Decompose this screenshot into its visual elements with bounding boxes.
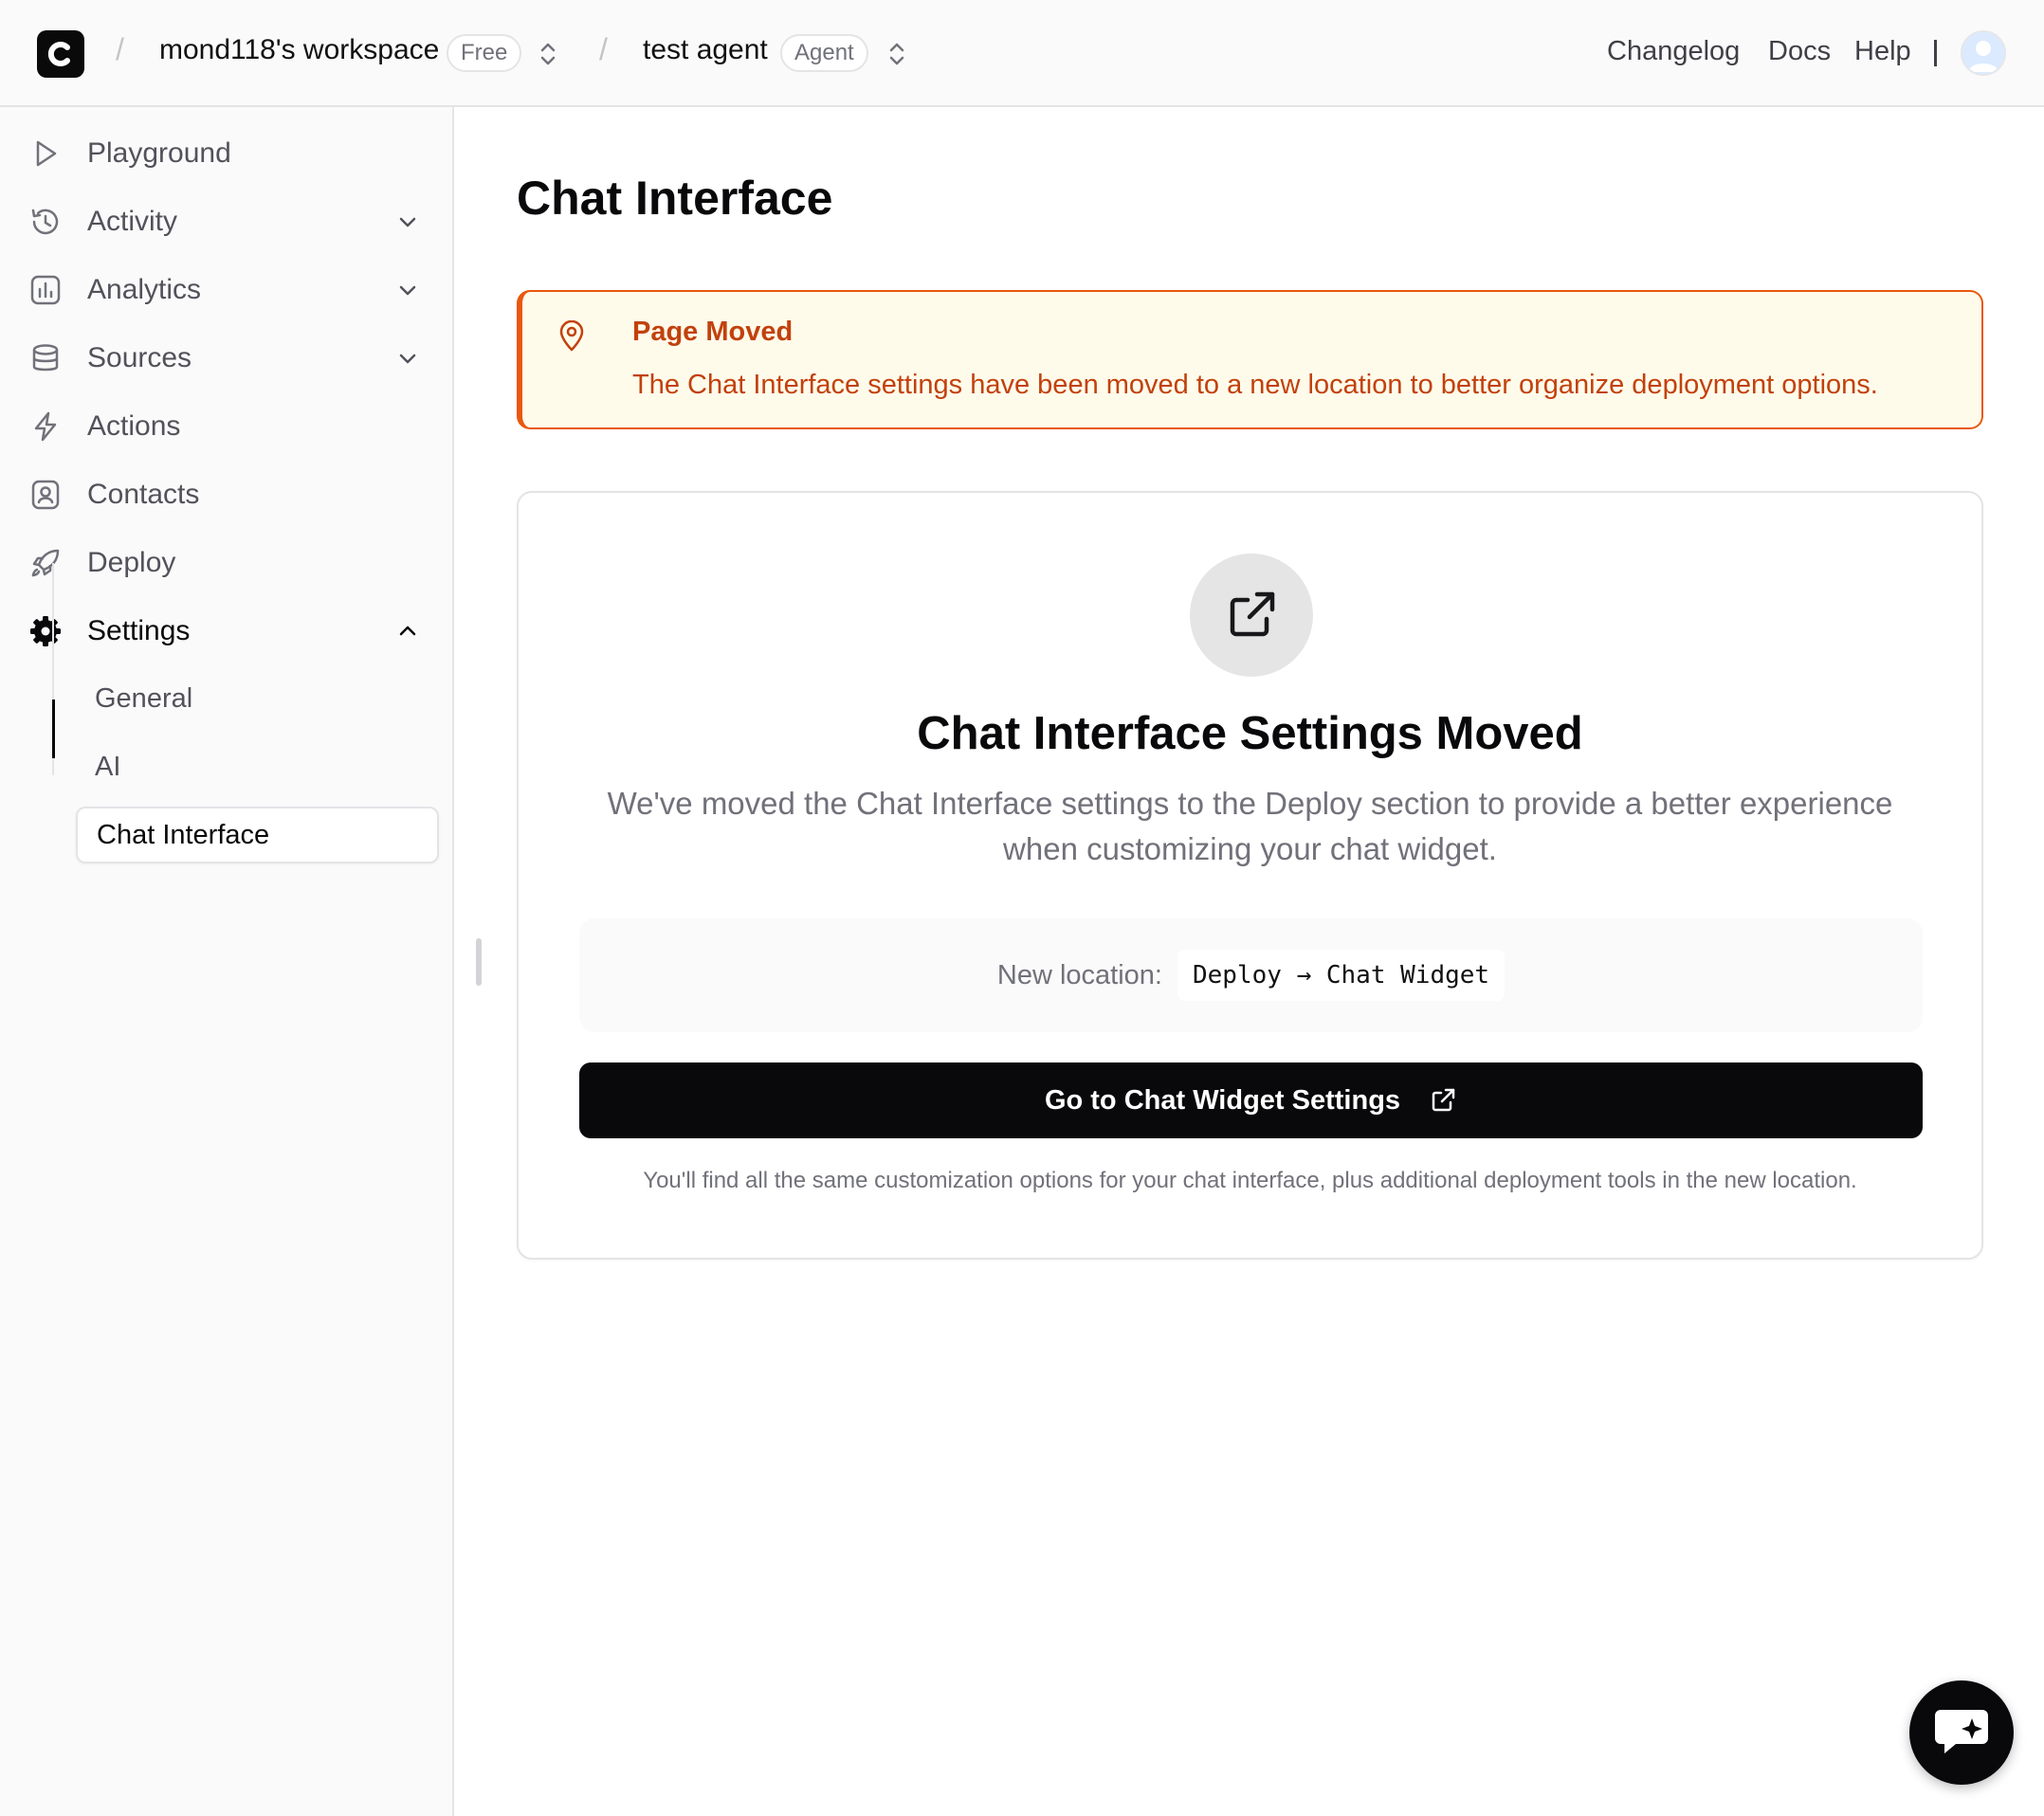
map-pin-icon <box>559 320 584 352</box>
database-icon <box>28 341 63 375</box>
sidebar-item-label: Sources <box>87 342 192 373</box>
rocket-icon <box>28 546 63 580</box>
sidebar-item-sources[interactable]: Sources <box>28 332 427 385</box>
changelog-link[interactable]: Changelog <box>1607 36 1740 67</box>
sidebar-item-activity[interactable]: Activity <box>28 195 427 248</box>
sidebar-item-contacts[interactable]: Contacts <box>28 468 427 521</box>
sidebar-item-label: Deploy <box>87 547 176 578</box>
sidebar-item-label: Settings <box>87 615 191 646</box>
history-icon <box>28 205 63 239</box>
page-title: Chat Interface <box>517 172 833 225</box>
agent-badge: Agent <box>780 34 868 72</box>
lightning-icon <box>28 409 63 444</box>
sidebar-item-deploy[interactable]: Deploy <box>28 536 427 590</box>
moved-settings-card: Chat Interface Settings Moved We've move… <box>517 491 1983 1260</box>
alert-title: Page Moved <box>632 317 794 347</box>
sidebar-item-label: Actions <box>87 410 181 442</box>
sidebar-item-actions[interactable]: Actions <box>28 400 427 453</box>
breadcrumb-separator: / <box>599 32 608 66</box>
chevron-down-icon <box>399 285 416 296</box>
sidebar-subitem-ai[interactable]: AI <box>76 738 439 795</box>
agent-name[interactable]: test agent <box>643 34 768 66</box>
button-label: Go to Chat Widget Settings <box>1044 1084 1401 1116</box>
chat-sparkle-icon <box>1935 1710 1988 1753</box>
plan-badge: Free <box>447 34 522 72</box>
user-avatar-icon <box>1968 41 1998 72</box>
chevron-down-icon <box>399 354 416 364</box>
workspace-switcher-icon[interactable] <box>537 38 559 70</box>
location-label: New location: <box>996 959 1162 990</box>
app-logo[interactable] <box>37 30 84 78</box>
sidebar-item-label: Activity <box>87 206 178 237</box>
breadcrumb-separator: / <box>116 32 124 66</box>
new-location-box: New location: Deploy → Chat Widget <box>579 918 1923 1032</box>
gear-icon <box>28 614 63 648</box>
bar-chart-icon <box>28 273 63 307</box>
chevron-down-icon <box>399 217 416 227</box>
sidebar-item-label: Playground <box>87 137 231 169</box>
external-link-icon <box>1432 1088 1455 1112</box>
card-title: Chat Interface Settings Moved <box>917 708 1583 759</box>
docs-link[interactable]: Docs <box>1768 36 1831 67</box>
workspace-name[interactable]: mond118's workspace <box>159 34 439 66</box>
sidebar-item-label: Analytics <box>87 274 202 305</box>
sidebar-subitem-general[interactable]: General <box>76 670 439 727</box>
card-footnote: You'll find all the same customization o… <box>643 1168 1857 1193</box>
sidebar-resize-handle[interactable] <box>476 938 482 986</box>
logo-c-icon <box>47 42 70 66</box>
top-bar: / mond118's workspace Free / test agent … <box>0 0 2044 107</box>
submenu-active-indicator <box>52 699 55 758</box>
card-icon-container <box>1190 554 1313 677</box>
sidebar-item-playground[interactable]: Playground <box>28 127 427 180</box>
chat-launcher-button[interactable] <box>1909 1680 2014 1785</box>
alert-body: The Chat Interface settings have been mo… <box>632 370 1878 400</box>
page-moved-alert: Page Moved The Chat Interface settings h… <box>517 290 1983 429</box>
sidebar-item-analytics[interactable]: Analytics <box>28 263 427 317</box>
sidebar-item-settings[interactable]: Settings <box>28 605 427 658</box>
card-description: We've moved the Chat Interface settings … <box>607 786 1893 866</box>
sidebar-item-label: Contacts <box>87 479 200 510</box>
avatar[interactable] <box>1961 30 2006 76</box>
contact-icon <box>28 478 63 512</box>
location-path: Deploy → Chat Widget <box>1177 950 1506 1001</box>
go-to-chat-widget-settings-button[interactable]: Go to Chat Widget Settings <box>579 1062 1923 1138</box>
agent-switcher-icon[interactable] <box>885 38 908 70</box>
help-link[interactable]: Help <box>1854 36 1911 67</box>
external-link-icon <box>1230 591 1275 637</box>
chevron-up-icon <box>399 626 416 636</box>
topbar-divider <box>1934 40 1937 66</box>
sidebar-subitem-chat-interface[interactable]: Chat Interface <box>76 807 439 863</box>
play-icon <box>28 136 63 171</box>
